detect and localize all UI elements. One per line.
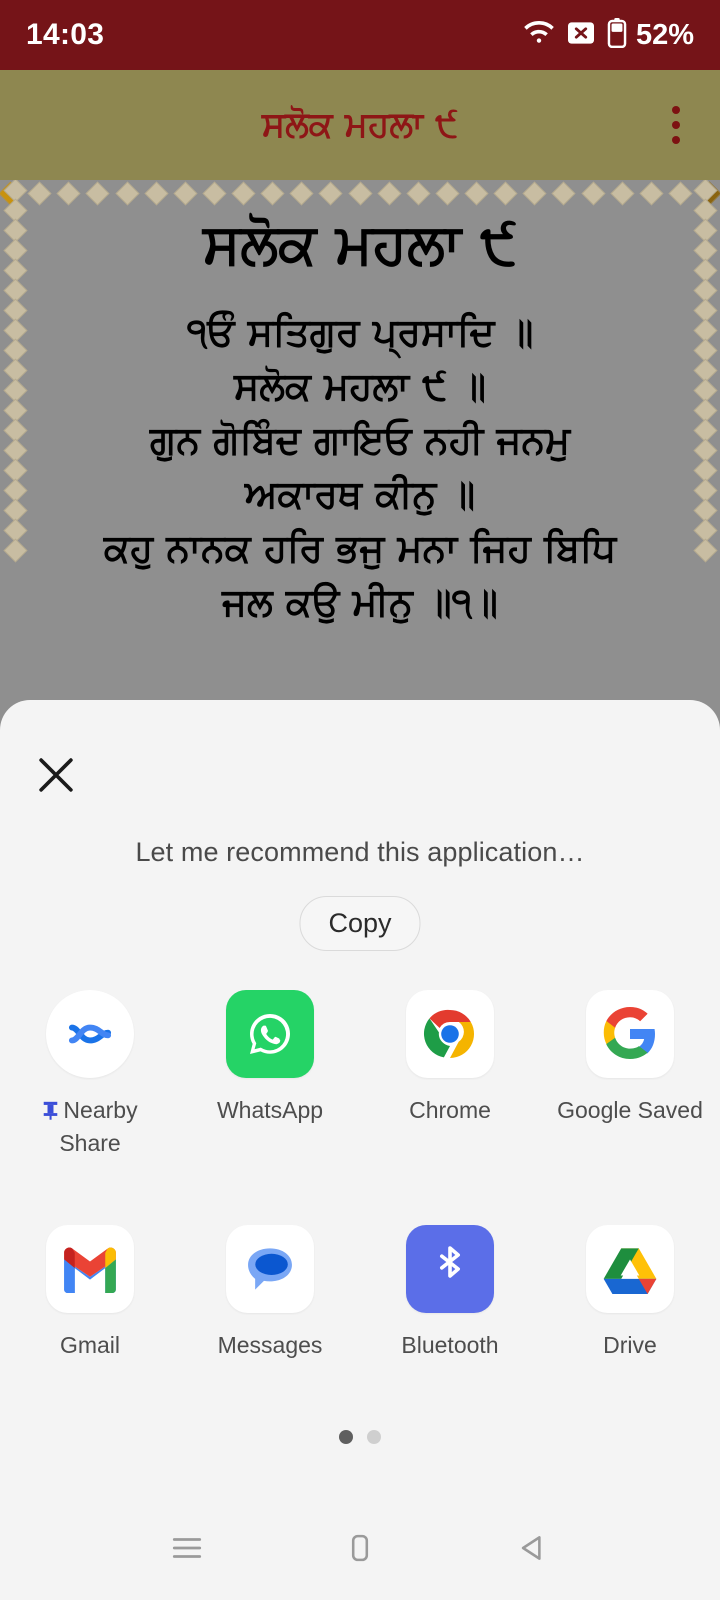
shabad-line: ਸਲੋਕ ਮਹਲਾ ੯ ॥	[234, 363, 486, 408]
shabad-line: ਗੁਨ ਗੋਬਿੰਦ ਗਾਇਓ ਨਹੀ ਜਨਮੁ	[149, 417, 571, 462]
border-diamond	[56, 180, 81, 206]
overflow-dot	[672, 106, 680, 114]
share-target-whatsapp[interactable]: WhatsApp	[180, 990, 360, 1159]
border-diamond	[173, 180, 198, 206]
border-diamond	[85, 180, 110, 206]
google-icon	[586, 990, 674, 1078]
close-icon[interactable]	[25, 744, 87, 806]
share-target-drive[interactable]: Drive	[540, 1225, 720, 1361]
border-diamond	[377, 180, 402, 206]
status-indicators: 52%	[523, 17, 694, 53]
system-navigation-bar	[0, 1495, 720, 1600]
shabad-heading: ਸਲੋਕ ਮਹਲਾ ੯	[202, 212, 518, 277]
border-diamond	[610, 180, 635, 206]
share-sheet: Let me recommend this application… Copy …	[0, 700, 720, 1600]
share-target-grid: Nearby Share WhatsApp Chrome Google Save…	[0, 990, 720, 1361]
wifi-icon	[523, 20, 555, 51]
border-diamond	[289, 180, 314, 206]
decorative-border-left	[2, 180, 28, 700]
border-diamond	[202, 180, 227, 206]
border-diamond	[551, 180, 576, 206]
share-target-gmail[interactable]: Gmail	[0, 1225, 180, 1361]
border-diamond	[114, 180, 140, 206]
share-target-google-saved[interactable]: Google Saved	[540, 990, 720, 1159]
messages-icon	[226, 1225, 314, 1314]
shabad-line: ਜਲ ਕਉ ਮੀਨੁ ॥੧॥	[222, 579, 498, 624]
border-diamond	[435, 180, 460, 206]
border-diamond	[580, 180, 606, 206]
status-bar: 14:03 52%	[0, 0, 720, 70]
battery-icon	[607, 17, 627, 53]
pin-icon	[42, 1097, 59, 1128]
gmail-icon	[46, 1225, 134, 1314]
border-diamond	[144, 180, 169, 206]
overflow-menu-icon[interactable]	[654, 97, 698, 153]
share-target-label: WhatsApp	[216, 1097, 324, 1123]
recents-icon[interactable]	[152, 1513, 222, 1583]
shabad-line: ਅਕਾਰਥ ਕੀਨੁ ॥	[244, 471, 476, 516]
drive-icon	[586, 1225, 674, 1314]
share-target-label: Nearby Share	[15, 1095, 165, 1159]
border-diamond	[347, 180, 373, 206]
border-diamond	[318, 180, 343, 206]
share-target-nearby-share[interactable]: Nearby Share	[0, 990, 180, 1159]
share-target-label: Bluetooth	[401, 1332, 499, 1359]
decorative-border-right	[692, 180, 718, 700]
overflow-dot	[672, 136, 680, 144]
nearby-share-icon	[46, 990, 134, 1078]
whatsapp-icon	[226, 990, 314, 1078]
no-sim-icon	[566, 20, 596, 51]
battery-percent-label: 52%	[635, 18, 694, 51]
border-diamond	[493, 180, 518, 206]
border-diamond	[692, 538, 718, 563]
border-diamond	[668, 180, 693, 206]
share-subject-text: Let me recommend this application…	[135, 837, 585, 867]
border-diamond	[27, 180, 52, 206]
shabad-line: ੧ਓੰ ਸਤਿਗੁਰ ਪ੍ਰਸਾਦਿ ॥	[186, 310, 534, 354]
home-icon[interactable]	[325, 1513, 395, 1583]
border-diamond	[260, 180, 285, 206]
border-diamond	[464, 180, 489, 206]
page-indicator[interactable]	[0, 1430, 720, 1444]
border-diamond	[406, 180, 431, 206]
share-target-label: Gmail	[59, 1332, 121, 1359]
status-clock: 14:03	[26, 18, 105, 51]
share-target-name: Nearby Share	[59, 1097, 138, 1157]
border-diamond	[231, 180, 256, 206]
page-title: ਸਲੋਕ ਮਹਲਾ ੯	[261, 104, 459, 145]
page-dot[interactable]	[367, 1430, 381, 1444]
app-toolbar: ਸਲੋਕ ਮਹਲਾ ੯	[0, 70, 720, 180]
shabad-line: ਕਹੁ ਨਾਨਕ ਹਰਿ ਭਜੁ ਮਨਾ ਜਿਹ ਬਿਧਿ	[103, 525, 617, 570]
share-target-label: Chrome	[409, 1097, 491, 1123]
border-diamond	[522, 180, 547, 206]
copy-button[interactable]: Copy	[299, 896, 421, 951]
shabad-content[interactable]: ਸਲੋਕ ਮਹਲਾ ੯ ੧ਓੰ ਸਤਿਗੁਰ ਪ੍ਰਸਾਦਿ ॥ ਸਲੋਕ ਮਹ…	[0, 180, 720, 700]
share-target-label: Google Saved	[557, 1097, 703, 1123]
bluetooth-icon	[406, 1225, 494, 1314]
page-dot-active[interactable]	[339, 1430, 353, 1444]
border-diamond	[639, 180, 664, 206]
shabad-text-block: ਸਲੋਕ ਮਹਲਾ ੯ ੧ਓੰ ਸਤਿਗੁਰ ਪ੍ਰਸਾਦਿ ॥ ਸਲੋਕ ਮਹ…	[34, 210, 686, 630]
share-target-chrome[interactable]: Chrome	[360, 990, 540, 1159]
border-diamond	[2, 538, 28, 563]
share-target-label: Messages	[217, 1332, 323, 1359]
overflow-dot	[672, 121, 680, 129]
share-target-bluetooth[interactable]: Bluetooth	[360, 1225, 540, 1361]
share-target-label: Drive	[603, 1332, 657, 1359]
decorative-border-top	[0, 180, 720, 206]
share-target-messages[interactable]: Messages	[180, 1225, 360, 1361]
back-icon[interactable]	[498, 1513, 568, 1583]
chrome-icon	[406, 990, 494, 1078]
